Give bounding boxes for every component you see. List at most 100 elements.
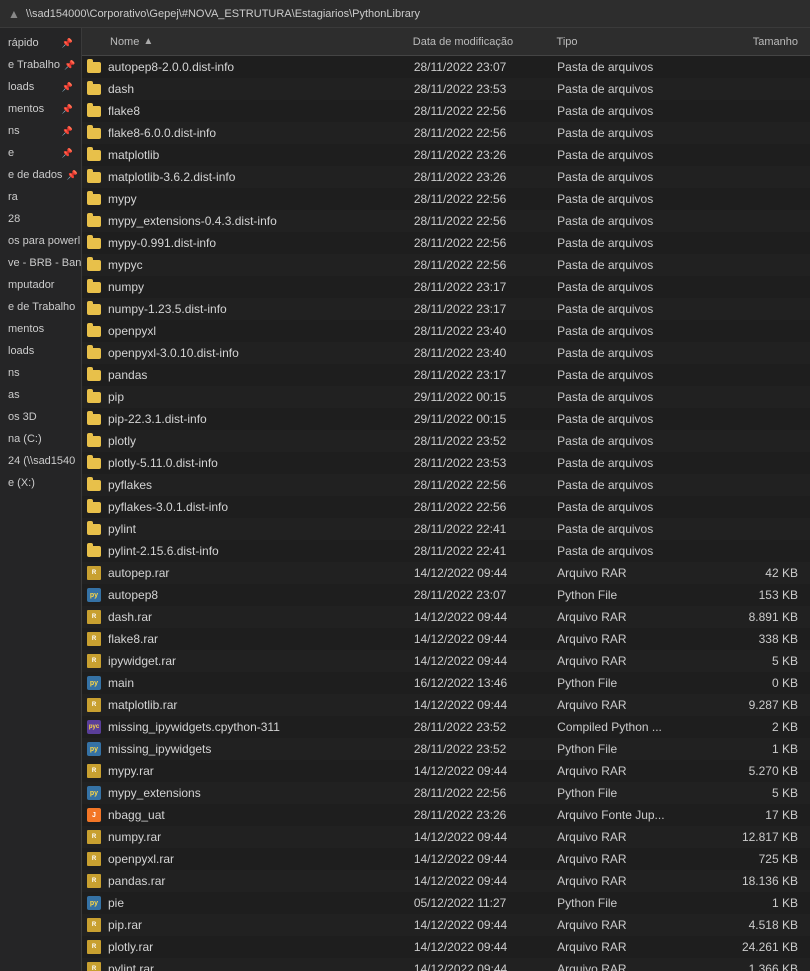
sidebar-item[interactable]: mentos📌 [0,98,81,120]
table-row[interactable]: Rpylint.rar14/12/2022 09:44Arquivo RAR1.… [82,958,810,971]
table-row[interactable]: pip-22.3.1.dist-info29/11/2022 00:15Past… [82,408,810,430]
table-row[interactable]: pyflakes28/11/2022 22:56Pasta de arquivo… [82,474,810,496]
table-row[interactable]: pylint-2.15.6.dist-info28/11/2022 22:41P… [82,540,810,562]
col-header-size[interactable]: Tamanho [710,36,806,48]
table-row[interactable]: Rflake8.rar14/12/2022 09:44Arquivo RAR33… [82,628,810,650]
sidebar-item[interactable]: ve - BRB - Ban [0,252,81,274]
file-type: Pasta de arquivos [557,500,710,514]
col-header-name[interactable]: Nome ▲ [86,36,413,48]
back-arrow-icon[interactable]: ▲ [8,7,20,21]
sidebar-item[interactable]: ra [0,186,81,208]
sidebar-item[interactable]: mputador [0,274,81,296]
table-row[interactable]: Rpandas.rar14/12/2022 09:44Arquivo RAR18… [82,870,810,892]
pin-icon: 📌 [62,126,73,137]
sidebar-item[interactable]: loads [0,340,81,362]
table-row[interactable]: pymypy_extensions28/11/2022 22:56Python … [82,782,810,804]
table-row[interactable]: mypy_extensions-0.4.3.dist-info28/11/202… [82,210,810,232]
file-list: autopep8-2.0.0.dist-info28/11/2022 23:07… [82,56,810,971]
table-row[interactable]: pymissing_ipywidgets28/11/2022 23:52Pyth… [82,738,810,760]
file-type: Arquivo RAR [557,632,710,646]
folder-icon [87,502,101,513]
sidebar-item[interactable]: e Trabalho📌 [0,54,81,76]
table-row[interactable]: plotly28/11/2022 23:52Pasta de arquivos [82,430,810,452]
table-row[interactable]: Rmypy.rar14/12/2022 09:44Arquivo RAR5.27… [82,760,810,782]
file-type: Pasta de arquivos [557,148,710,162]
table-row[interactable]: pymain16/12/2022 13:46Python File0 KB [82,672,810,694]
folder-icon [87,348,101,359]
sidebar-item[interactable]: e📌 [0,142,81,164]
table-row[interactable]: Rmatplotlib.rar14/12/2022 09:44Arquivo R… [82,694,810,716]
sidebar-item[interactable]: as [0,384,81,406]
table-row[interactable]: Rdash.rar14/12/2022 09:44Arquivo RAR8.89… [82,606,810,628]
table-row[interactable]: Rpip.rar14/12/2022 09:44Arquivo RAR4.518… [82,914,810,936]
col-header-date[interactable]: Data de modificação [413,36,557,48]
sidebar-item[interactable]: os 3D [0,406,81,428]
table-row[interactable]: autopep8-2.0.0.dist-info28/11/2022 23:07… [82,56,810,78]
table-row[interactable]: numpy28/11/2022 23:17Pasta de arquivos [82,276,810,298]
col-header-type[interactable]: Tipo [557,36,710,48]
table-row[interactable]: openpyxl28/11/2022 23:40Pasta de arquivo… [82,320,810,342]
sidebar-item[interactable]: e de dados📌 [0,164,81,186]
file-name: missing_ipywidgets [108,742,414,756]
file-type: Pasta de arquivos [557,412,710,426]
table-row[interactable]: plotly-5.11.0.dist-info28/11/2022 23:53P… [82,452,810,474]
table-row[interactable]: pycmissing_ipywidgets.cpython-31128/11/2… [82,716,810,738]
file-name: pyflakes-3.0.1.dist-info [108,500,414,514]
table-row[interactable]: dash28/11/2022 23:53Pasta de arquivos [82,78,810,100]
table-row[interactable]: matplotlib-3.6.2.dist-info28/11/2022 23:… [82,166,810,188]
file-type: Python File [557,588,710,602]
sidebar-item[interactable]: 28 [0,208,81,230]
file-date: 14/12/2022 09:44 [414,764,557,778]
file-date: 28/11/2022 22:56 [414,786,557,800]
table-row[interactable]: pylint28/11/2022 22:41Pasta de arquivos [82,518,810,540]
file-name: pylint.rar [108,962,414,971]
table-row[interactable]: matplotlib28/11/2022 23:26Pasta de arqui… [82,144,810,166]
table-row[interactable]: mypy28/11/2022 22:56Pasta de arquivos [82,188,810,210]
table-row[interactable]: pip29/11/2022 00:15Pasta de arquivos [82,386,810,408]
table-row[interactable]: Rplotly.rar14/12/2022 09:44Arquivo RAR24… [82,936,810,958]
table-row[interactable]: mypyc28/11/2022 22:56Pasta de arquivos [82,254,810,276]
table-row[interactable]: Rnumpy.rar14/12/2022 09:44Arquivo RAR12.… [82,826,810,848]
sidebar-item[interactable]: loads📌 [0,76,81,98]
table-row[interactable]: pypie05/12/2022 11:27Python File1 KB [82,892,810,914]
file-size: 153 KB [710,588,806,602]
sidebar-item[interactable]: os para powerl [0,230,81,252]
file-size: 18.136 KB [710,874,806,888]
file-name: missing_ipywidgets.cpython-311 [108,720,414,734]
sidebar-item[interactable]: ns [0,362,81,384]
file-size: 2 KB [710,720,806,734]
table-row[interactable]: numpy-1.23.5.dist-info28/11/2022 23:17Pa… [82,298,810,320]
file-type: Arquivo RAR [557,874,710,888]
folder-icon [87,458,101,469]
table-row[interactable]: openpyxl-3.0.10.dist-info28/11/2022 23:4… [82,342,810,364]
table-row[interactable]: Rautopep.rar14/12/2022 09:44Arquivo RAR4… [82,562,810,584]
sidebar-item[interactable]: e (X:) [0,472,81,494]
sidebar-item[interactable]: ns📌 [0,120,81,142]
table-row[interactable]: pyflakes-3.0.1.dist-info28/11/2022 22:56… [82,496,810,518]
folder-icon [87,370,101,381]
folder-icon [87,436,101,447]
sidebar-item[interactable]: e de Trabalho [0,296,81,318]
sidebar-item[interactable]: mentos [0,318,81,340]
path-display: \\sad154000\Corporativo\Gepej\#NOVA_ESTR… [26,8,420,20]
table-row[interactable]: flake8-6.0.0.dist-info28/11/2022 22:56Pa… [82,122,810,144]
table-row[interactable]: Ripywidget.rar14/12/2022 09:44Arquivo RA… [82,650,810,672]
sidebar-item[interactable]: na (C:) [0,428,81,450]
table-row[interactable]: pandas28/11/2022 23:17Pasta de arquivos [82,364,810,386]
sidebar-item[interactable]: 24 (\\sad1540 [0,450,81,472]
file-name: numpy-1.23.5.dist-info [108,302,414,316]
table-row[interactable]: Ropenpyxl.rar14/12/2022 09:44Arquivo RAR… [82,848,810,870]
folder-icon [87,524,101,535]
table-row[interactable]: Jnbagg_uat28/11/2022 23:26Arquivo Fonte … [82,804,810,826]
rar-icon: R [87,698,101,712]
sidebar-item[interactable]: rápido📌 [0,32,81,54]
table-row[interactable]: pyautopep828/11/2022 23:07Python File153… [82,584,810,606]
file-type: Pasta de arquivos [557,170,710,184]
sidebar: rápido📌e Trabalho📌loads📌mentos📌ns📌e📌e de… [0,28,82,971]
table-row[interactable]: mypy-0.991.dist-info28/11/2022 22:56Past… [82,232,810,254]
file-name: dash [108,82,414,96]
file-name: openpyxl [108,324,414,338]
table-row[interactable]: flake828/11/2022 22:56Pasta de arquivos [82,100,810,122]
folder-icon [87,172,101,183]
file-name: dash.rar [108,610,414,624]
